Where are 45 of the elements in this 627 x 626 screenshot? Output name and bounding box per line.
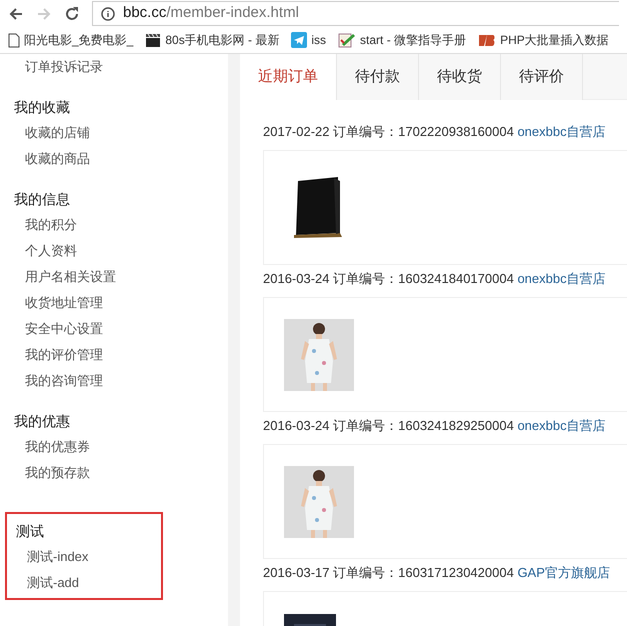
- tab[interactable]: 近期订单: [240, 54, 337, 100]
- tab[interactable]: 待评价: [501, 54, 583, 100]
- sidebar-item[interactable]: 测试-index: [10, 544, 161, 570]
- tab[interactable]: 待收货: [419, 54, 501, 100]
- bookmark-link[interactable]: 阳光电影_免费电影_: [24, 31, 134, 49]
- sidebar-item[interactable]: 测试-add: [10, 570, 161, 596]
- sidebar-item[interactable]: 安全中心设置: [8, 316, 168, 342]
- address-bar[interactable]: bbc.cc/member-index.html: [92, 1, 619, 26]
- pencil-icon: [338, 32, 356, 48]
- bookmark-link[interactable]: PHP大批量插入数据: [500, 31, 609, 49]
- reload-icon[interactable]: [64, 6, 80, 22]
- info-icon: [101, 6, 115, 20]
- sidebar-item[interactable]: 订单投诉记录: [8, 54, 168, 80]
- group-title: 我的收藏: [13, 98, 71, 117]
- tab[interactable]: 待付款: [337, 54, 419, 100]
- order-header: 2016-03-24 订单编号：1603241829250004 onexbbc自营店: [263, 417, 607, 435]
- group-title: 我的优惠: [13, 412, 71, 431]
- group-title: 我的信息: [13, 190, 71, 209]
- address-text: bbc.cc/member-index.html: [123, 3, 299, 24]
- sidebar-item[interactable]: 我的评价管理: [8, 342, 168, 368]
- bookmark-link[interactable]: start - 微擎指导手册: [360, 31, 466, 49]
- bookmark-link[interactable]: iss: [311, 31, 326, 49]
- clapperboard-icon: [145, 32, 162, 48]
- paper-plane-icon: [291, 32, 308, 48]
- shop-link[interactable]: onexbbc自营店: [517, 124, 606, 139]
- order-header: 2016-03-17 订单编号：1603171230420004 GAP官方旗舰店: [263, 564, 611, 582]
- bookmark-link[interactable]: 80s手机电影网 - 最新: [165, 31, 280, 49]
- logo-icon: [478, 32, 496, 48]
- order-header: 2016-03-24 订单编号：1603241840170004 onexbbc自营店: [263, 270, 607, 288]
- sidebar-item[interactable]: 我的咨询管理: [8, 368, 168, 394]
- shop-link[interactable]: onexbbc自营店: [517, 271, 606, 286]
- sidebar-item[interactable]: 我的积分: [8, 212, 168, 238]
- sidebar-item[interactable]: 收藏的商品: [8, 146, 168, 172]
- sidebar-item[interactable]: 我的优惠券: [8, 434, 168, 460]
- order-header: 2017-02-22 订单编号：1702220938160004 onexbbc自营店: [263, 123, 607, 141]
- sidebar-item[interactable]: 用户名相关设置: [8, 264, 168, 290]
- sidebar-item[interactable]: 我的预存款: [8, 460, 168, 486]
- sidebar-item[interactable]: 收货地址管理: [8, 290, 168, 316]
- page-icon: [8, 32, 20, 48]
- sidebar-item[interactable]: 收藏的店铺: [8, 120, 168, 146]
- back-icon[interactable]: [8, 6, 24, 22]
- shop-link[interactable]: onexbbc自营店: [517, 418, 606, 433]
- group-title: 测试: [15, 522, 45, 541]
- sidebar-item[interactable]: 个人资料: [8, 238, 168, 264]
- shop-link[interactable]: GAP官方旗舰店: [517, 565, 610, 580]
